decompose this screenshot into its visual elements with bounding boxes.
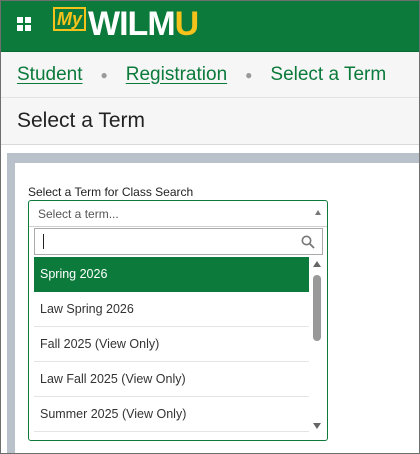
term-option-summer-2025[interactable]: Summer 2025 (View Only) bbox=[34, 397, 309, 432]
term-options-list: Spring 2026 Law Spring 2026 Fall 2025 (V… bbox=[34, 257, 309, 437]
term-select-label: Select a Term for Class Search bbox=[28, 185, 194, 199]
term-search-box[interactable] bbox=[34, 228, 323, 255]
breadcrumb-separator: ● bbox=[100, 67, 108, 82]
breadcrumb-registration-link[interactable]: Registration bbox=[126, 64, 227, 86]
logo-wilm: WILM bbox=[88, 5, 176, 43]
breadcrumb-current: Select a Term bbox=[270, 63, 387, 85]
term-option-spring-2026[interactable]: Spring 2026 bbox=[34, 257, 309, 292]
breadcrumb: Student ● Registration ● Select a Term bbox=[1, 52, 419, 97]
window-frame: My WILMU Student ● Registration ● Select… bbox=[0, 0, 420, 454]
term-option-law-fall-2025[interactable]: Law Fall 2025 (View Only) bbox=[34, 362, 309, 397]
options-scrollbar[interactable] bbox=[310, 257, 324, 435]
logo-u: U bbox=[174, 5, 200, 43]
breadcrumb-student-link[interactable]: Student bbox=[17, 64, 83, 86]
term-select-toggle[interactable]: Select a term... bbox=[29, 201, 327, 227]
scroll-up-arrow-icon[interactable] bbox=[313, 261, 321, 267]
term-option-fall-2025[interactable]: Fall 2025 (View Only) bbox=[34, 327, 309, 362]
term-search-input[interactable] bbox=[40, 231, 290, 252]
logo-my-text: My bbox=[53, 7, 87, 31]
term-option-law-spring-2026[interactable]: Law Spring 2026 bbox=[34, 292, 309, 327]
breadcrumb-separator: ● bbox=[245, 67, 253, 82]
mywilmu-logo[interactable]: My WILMU bbox=[53, 5, 200, 45]
term-select-placeholder: Select a term... bbox=[38, 207, 119, 221]
search-icon[interactable] bbox=[301, 235, 315, 249]
page-title: Select a Term bbox=[17, 109, 145, 132]
scroll-down-arrow-icon[interactable] bbox=[313, 423, 321, 429]
page-title-bar: Select a Term bbox=[1, 97, 419, 145]
term-select-dropdown[interactable]: Select a term... Spring 2026 Law Spring … bbox=[28, 200, 328, 441]
chevron-up-icon[interactable] bbox=[315, 210, 321, 215]
scrollbar-thumb[interactable] bbox=[313, 275, 321, 341]
logo-wilmu-text: WILMU bbox=[88, 5, 200, 43]
top-header-bar: My WILMU bbox=[1, 1, 419, 52]
grid-menu-icon[interactable] bbox=[17, 17, 31, 31]
